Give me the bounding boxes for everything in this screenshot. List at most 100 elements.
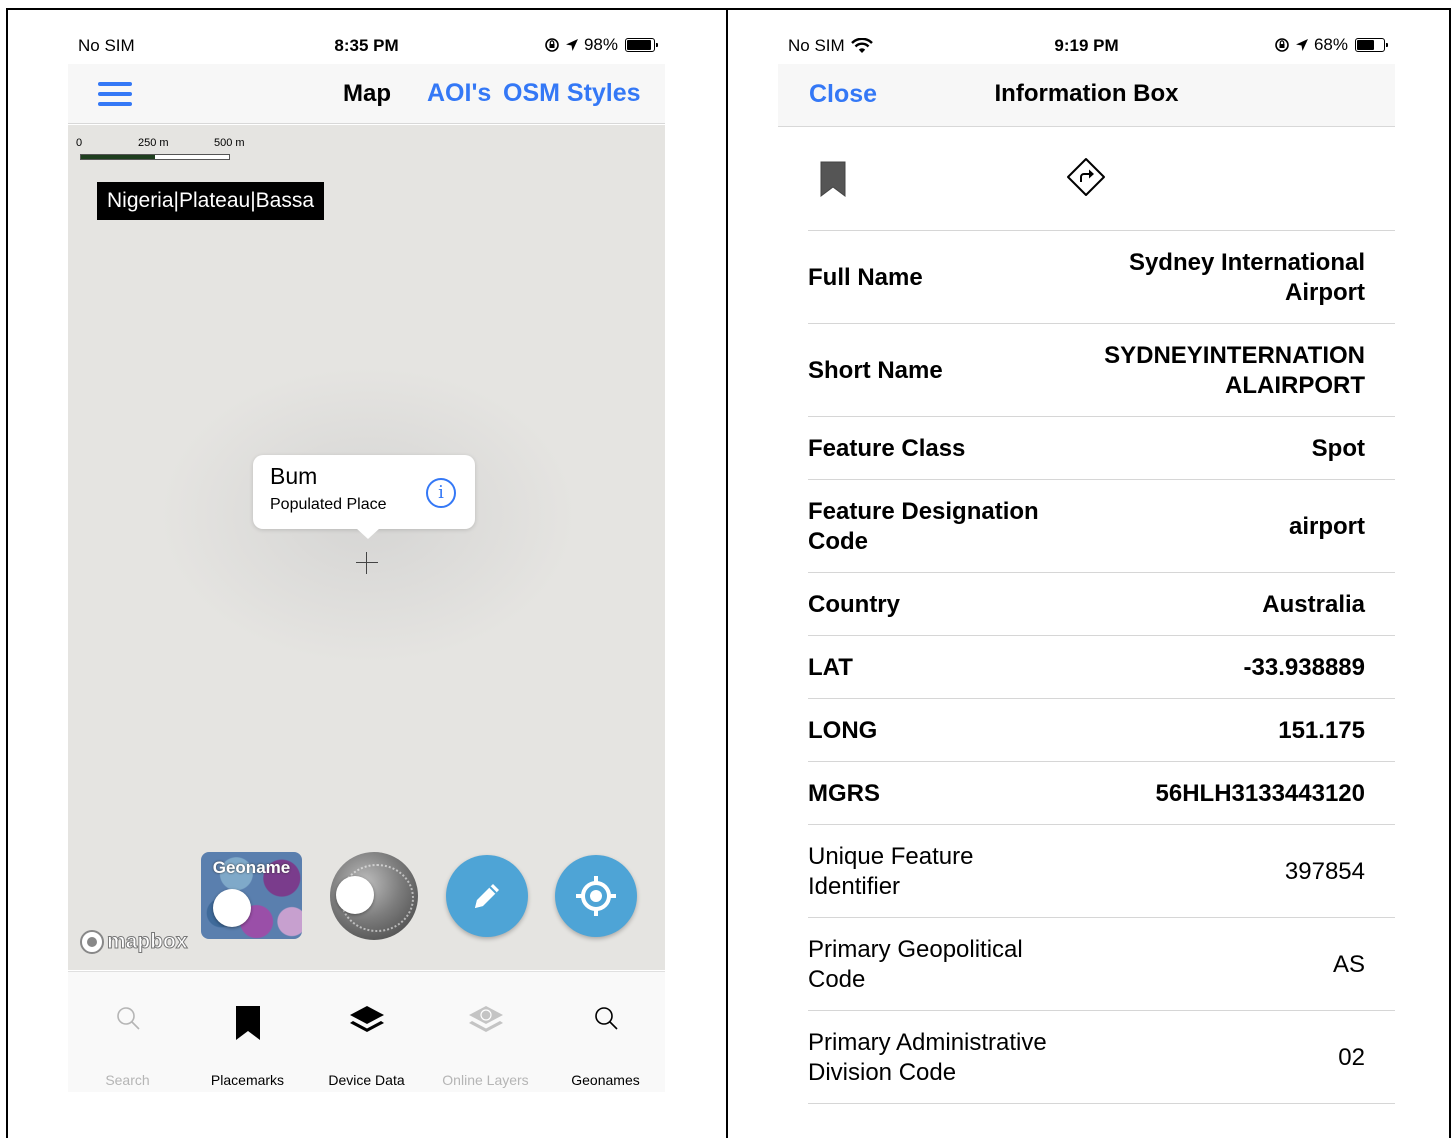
info-value-line: -33.938889 <box>1243 653 1365 681</box>
info-row: Full Name Sydney International Airport <box>808 231 1395 324</box>
info-value-line: Airport <box>1285 278 1365 306</box>
info-row-key: Full Name <box>808 263 923 293</box>
info-value-line: 56HLH3133443120 <box>1155 779 1366 807</box>
location-arrow-icon <box>1295 39 1308 51</box>
info-row-key: Primary Geopolitical Code <box>808 935 1023 995</box>
tab-geonames[interactable]: Geonames <box>546 972 665 1093</box>
info-row-key: LAT <box>808 653 853 683</box>
status-right: 68% <box>1274 35 1388 55</box>
info-row: Feature Designation Code airport <box>808 480 1395 573</box>
online-layers-icon <box>468 1006 503 1032</box>
info-row-key: Country <box>808 590 900 620</box>
tab-label: Search <box>105 1072 150 1088</box>
orientation-lock-icon <box>545 38 559 52</box>
scale-label-mid: 250 m <box>138 137 169 149</box>
info-row-key: Short Name <box>808 356 943 386</box>
info-key-line: Feature Designation <box>808 497 1039 525</box>
info-value-line: ALAIRPORT <box>1225 371 1365 399</box>
info-row: Short Name SYDNEYINTERNATION ALAIRPORT <box>808 324 1395 417</box>
info-row-value: airport <box>1289 512 1365 542</box>
info-key-line: Unique Feature <box>808 842 974 870</box>
tab-label: Device Data <box>328 1072 405 1088</box>
map-screen: No SIM 8:35 PM 98% Map AOI's OSM Styles … <box>68 30 665 1092</box>
info-row-key: Feature Class <box>808 434 965 464</box>
info-row: Primary Geopolitical Code AS <box>808 918 1395 1011</box>
info-value-line: Australia <box>1262 590 1365 618</box>
bookmark-icon <box>235 1006 260 1040</box>
tab-bar: Search Placemarks Device Data Online Lay… <box>68 971 665 1092</box>
info-row-value: Australia <box>1262 590 1365 620</box>
close-button[interactable]: Close <box>809 80 877 109</box>
tab-label: Online Layers <box>442 1072 529 1088</box>
battery-icon <box>625 38 658 52</box>
location-arrow-icon <box>565 39 578 51</box>
info-value-line: 151.175 <box>1278 716 1365 744</box>
info-row: MGRS 56HLH3133443120 <box>808 762 1395 825</box>
battery-icon <box>1355 38 1388 52</box>
tab-label: Placemarks <box>210 1072 285 1088</box>
info-row-value: Sydney International Airport <box>1129 248 1365 308</box>
geoname-layer-toggle[interactable]: Geoname <box>201 852 302 939</box>
info-row-value: 02 <box>1338 1043 1365 1073</box>
layers-icon <box>349 1006 384 1032</box>
info-row: Primary Administrative Division Code 02 <box>808 1011 1395 1104</box>
tab-label: Geonames <box>571 1072 640 1088</box>
info-row: Feature Class Spot <box>808 417 1395 480</box>
info-row-value: AS <box>1333 950 1365 980</box>
edit-button[interactable] <box>446 855 528 937</box>
tab-placemarks[interactable]: Placemarks <box>188 972 307 1093</box>
tab-device-data[interactable]: Device Data <box>307 972 426 1093</box>
info-row-key: MGRS <box>808 779 880 809</box>
battery-percent: 68% <box>1313 35 1348 54</box>
map-view[interactable]: 0 250 m 500 m Nigeria|Plateau|Bassa Bum … <box>68 125 665 970</box>
menu-icon[interactable] <box>98 82 132 106</box>
pencil-icon <box>475 884 499 908</box>
toggle-knob <box>213 889 251 927</box>
nav-title: Map <box>343 80 391 107</box>
info-table: Full Name Sydney International Airport Shor… <box>808 230 1395 1104</box>
left-screenshot-frame: No SIM 8:35 PM 98% Map AOI's OSM Styles … <box>6 8 728 1138</box>
info-row-key: Feature Designation Code <box>808 497 1039 557</box>
nav-bar: Information Box Close <box>778 64 1395 127</box>
info-key-line: Primary Geopolitical <box>808 935 1023 963</box>
aois-button[interactable]: AOI's <box>427 79 491 108</box>
callout-subtitle: Populated Place <box>270 496 387 513</box>
info-value-line: 397854 <box>1284 857 1365 885</box>
info-row: Unique Feature Identifier 397854 <box>808 825 1395 918</box>
nav-bar: Map AOI's OSM Styles <box>68 64 665 124</box>
status-right: 98% <box>544 35 658 55</box>
info-key-line: Short Name <box>808 356 943 384</box>
info-row-key: LONG <box>808 716 877 746</box>
info-row: LONG 151.175 <box>808 699 1395 762</box>
info-key-line: LAT <box>808 653 853 681</box>
info-row-value: 151.175 <box>1278 716 1365 746</box>
osm-styles-button[interactable]: OSM Styles <box>503 79 641 108</box>
info-key-line: MGRS <box>808 779 880 807</box>
place-callout[interactable]: Bum Populated Place i <box>253 455 475 539</box>
info-key-line: Division Code <box>808 1058 957 1086</box>
info-row-value: 56HLH3133443120 <box>1156 779 1366 809</box>
battery-percent: 98% <box>583 35 618 54</box>
info-key-line: Full Name <box>808 263 923 291</box>
scale-label-end: 500 m <box>214 137 245 149</box>
info-icon[interactable]: i <box>426 478 456 508</box>
info-key-line: Feature Class <box>808 434 966 462</box>
scale-bar <box>80 154 230 160</box>
tab-online-layers[interactable]: Online Layers <box>426 972 545 1093</box>
info-row-key: Primary Administrative Division Code <box>808 1028 1047 1088</box>
info-value-line: AS <box>1332 950 1365 978</box>
callout-title: Bum <box>270 463 318 489</box>
directions-icon[interactable] <box>1066 157 1106 197</box>
tab-search[interactable]: Search <box>68 972 187 1093</box>
geoname-toggle-label: Geoname <box>212 858 291 877</box>
info-row: Country Australia <box>808 573 1395 636</box>
globe-layer-toggle[interactable] <box>330 852 418 940</box>
status-bar: No SIM 8:35 PM 98% <box>68 30 665 64</box>
bookmark-icon[interactable] <box>818 159 848 199</box>
info-key-line: Identifier <box>808 872 901 900</box>
info-row: LAT -33.938889 <box>808 636 1395 699</box>
status-bar: No SIM 9:19 PM 68% <box>778 30 1395 64</box>
locate-me-button[interactable] <box>555 855 637 937</box>
info-row-value: Spot <box>1312 434 1365 464</box>
search-icon <box>594 1007 618 1030</box>
